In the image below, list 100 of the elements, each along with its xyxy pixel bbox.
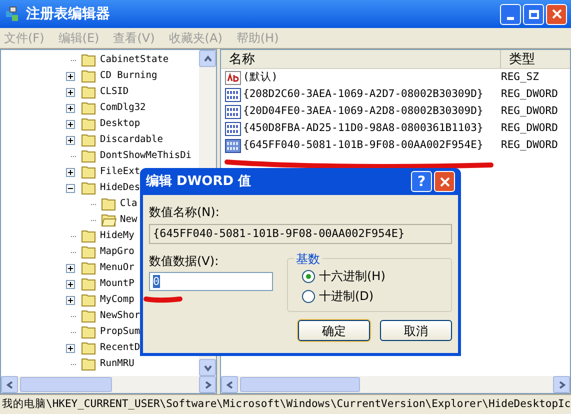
plus-icon <box>68 346 73 350</box>
tree-item[interactable]: New <box>120 213 138 227</box>
tree-item[interactable]: HideDes <box>100 181 140 195</box>
folder-icon <box>81 85 97 99</box>
expand-button[interactable] <box>66 136 75 144</box>
tree-item[interactable]: Desktop <box>100 117 140 131</box>
value-name[interactable]: {20D04FE0-3AEA-1069-A2D8-08002B30309D} <box>243 104 484 120</box>
plus-icon <box>68 122 73 126</box>
scroll-up-button[interactable] <box>199 50 216 67</box>
value-type: REG_DWORD <box>501 104 558 119</box>
folder-icon <box>81 293 97 307</box>
expand-button[interactable] <box>66 344 75 352</box>
plus-icon <box>68 266 73 270</box>
minus-icon <box>68 186 73 190</box>
value-data-field[interactable]: 0 <box>149 272 273 291</box>
folder-icon <box>81 149 97 163</box>
value-type: REG_SZ <box>501 70 539 85</box>
value-name[interactable]: (默认) <box>243 70 278 86</box>
tree-item[interactable]: MountP <box>100 277 134 291</box>
expand-button[interactable] <box>66 120 75 128</box>
value-name[interactable]: {450D8FBA-AD25-11D0-98A8-0800361B1103} <box>243 120 484 136</box>
folder-icon <box>81 309 97 323</box>
tree-item[interactable]: MenuOr <box>100 261 134 275</box>
folder-icon <box>81 341 97 355</box>
field-label: 数值数据(V): <box>149 253 220 270</box>
folder-icon <box>81 245 97 259</box>
dialog-title: 编辑 DWORD 值 <box>146 172 252 191</box>
tree-item[interactable]: RecentD <box>100 341 140 355</box>
radio-button[interactable] <box>302 290 315 302</box>
column-header[interactable]: 名称 <box>221 50 501 68</box>
plus-icon <box>68 170 73 174</box>
tree-item[interactable]: MyComp <box>100 293 134 307</box>
plus-icon <box>68 90 73 94</box>
tree-item[interactable]: CD Burning <box>100 69 158 83</box>
collapse-button[interactable] <box>66 184 75 192</box>
value-type: REG_DWORD <box>501 138 558 153</box>
expand-button[interactable] <box>66 296 75 304</box>
tree-item[interactable]: HideMy <box>100 229 134 243</box>
tree-item[interactable]: ComDlg32 <box>100 101 146 115</box>
tree-item[interactable]: FileExt <box>100 165 140 179</box>
value-type: REG_DWORD <box>501 86 558 102</box>
value-name[interactable]: {208D2C60-3AEA-1069-A2D7-08002B30309D} <box>243 86 484 102</box>
group-label: 基数 <box>294 250 322 268</box>
scroll-right-button[interactable] <box>199 376 216 393</box>
close-icon <box>440 176 450 186</box>
column-header[interactable]: 类型 <box>501 50 570 68</box>
annotation-stroke <box>143 294 183 304</box>
scroll-left-button[interactable] <box>221 376 238 393</box>
plus-icon <box>68 74 73 78</box>
expand-button[interactable] <box>66 104 75 112</box>
folder-icon <box>81 357 97 371</box>
maximize-button[interactable] <box>523 4 544 24</box>
horizontal-scrollbar[interactable] <box>1 376 216 393</box>
tree-item[interactable]: NewShor <box>100 309 140 323</box>
close-button[interactable] <box>546 4 567 24</box>
scroll-thumb[interactable] <box>240 377 360 392</box>
value-type: REG_DWORD <box>501 120 558 136</box>
radio-label[interactable]: 十六进制(H) <box>319 267 386 285</box>
tree-item[interactable]: Discardable <box>100 133 163 147</box>
tree-item[interactable]: CabinetState <box>100 53 169 67</box>
value-name-field[interactable]: {645FF040-5081-101B-9F08-00AA002F954E} <box>149 224 452 244</box>
folder-icon <box>81 117 97 131</box>
close-button[interactable] <box>434 171 455 192</box>
folder-icon <box>81 133 97 147</box>
folder-icon <box>81 325 97 339</box>
folder-icon <box>81 69 97 83</box>
field-label: 数值名称(N): <box>149 204 220 221</box>
tree-item[interactable]: DontShowMeThisDi <box>100 149 192 163</box>
plus-icon <box>68 282 73 286</box>
plus-icon <box>68 138 73 142</box>
radio-label[interactable]: 十进制(D) <box>319 287 374 305</box>
plus-icon <box>68 106 73 110</box>
tree-item[interactable]: MapGro <box>100 245 134 259</box>
scroll-left-button[interactable] <box>1 376 18 393</box>
tree-item[interactable]: RunMRU <box>100 357 134 371</box>
horizontal-scrollbar[interactable] <box>221 376 570 393</box>
ok-button[interactable]: 确定 <box>298 320 370 341</box>
radio-button[interactable] <box>302 270 315 282</box>
minimize-button[interactable] <box>500 4 521 24</box>
expand-button[interactable] <box>66 168 75 176</box>
expand-button[interactable] <box>66 72 75 80</box>
expand-button[interactable] <box>66 264 75 272</box>
tree-item[interactable]: Cla <box>120 197 138 211</box>
folder-icon <box>81 261 97 275</box>
expand-button[interactable] <box>66 88 75 96</box>
status-path-text: 我的电脑\HKEY_CURRENT_USER\Software\Microsoft\Windows\CurrentVersion\Explorer\HideDesktopIc <box>2 396 571 412</box>
plus-icon <box>68 298 73 302</box>
folder-icon <box>81 277 97 291</box>
close-icon <box>552 9 562 19</box>
cancel-button[interactable]: 取消 <box>380 320 452 341</box>
expand-button[interactable] <box>66 280 75 288</box>
scroll-right-button[interactable] <box>553 376 570 393</box>
scroll-thumb[interactable] <box>20 377 112 392</box>
help-button[interactable]: ? <box>411 171 432 192</box>
folder-icon <box>81 165 97 179</box>
value-name[interactable]: {645FF040-5081-101B-9F08-00AA002F954E} <box>243 138 484 154</box>
tree-item[interactable]: CLSID <box>100 85 129 99</box>
folder-icon <box>81 229 97 243</box>
scroll-down-button[interactable] <box>199 359 216 376</box>
tree-item[interactable]: PropSum <box>100 325 140 339</box>
